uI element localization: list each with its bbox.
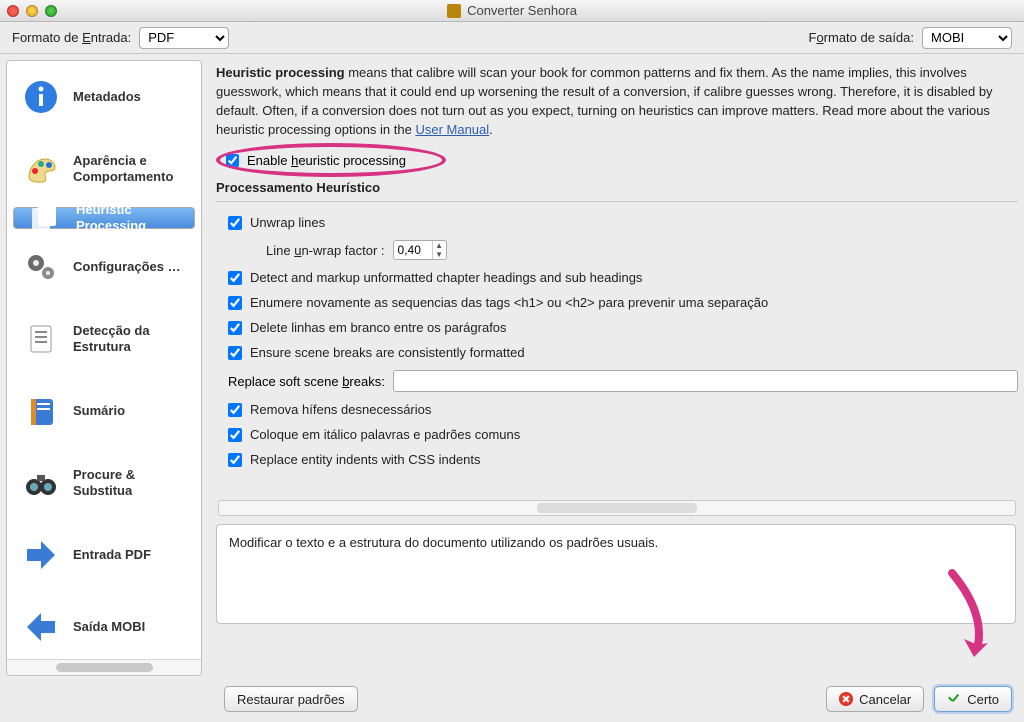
palette-icon — [19, 147, 63, 191]
sidebar-item-input-pdf[interactable]: Entrada PDF — [7, 519, 201, 591]
detect-chapters-checkbox[interactable] — [228, 271, 242, 285]
unwrap-lines-label: Unwrap lines — [250, 215, 325, 230]
input-format-select[interactable]: PDF — [139, 27, 229, 49]
ok-button[interactable]: Certo — [934, 686, 1012, 712]
delete-blank-checkbox[interactable] — [228, 321, 242, 335]
info-box: Modificar o texto e a estrutura do docum… — [216, 524, 1016, 624]
arrow-right-icon — [19, 533, 63, 577]
cancel-icon — [839, 692, 853, 706]
sidebar-item-heuristic[interactable]: Heuristic Processing — [13, 207, 195, 229]
sidebar: Metadados Aparência e Comportamento Heur… — [6, 60, 202, 676]
detect-chapters-label: Detect and markup unformatted chapter he… — [250, 270, 642, 285]
document-lines-icon — [19, 317, 63, 361]
dialog-footer: Restaurar padrões Cancelar Certo — [0, 678, 1024, 722]
stepper-up[interactable]: ▲ — [433, 241, 446, 250]
sidebar-item-label: Heuristic Processing — [76, 202, 186, 235]
delete-blank-label: Delete linhas em branco entre os parágra… — [250, 320, 507, 335]
restore-defaults-button[interactable]: Restaurar padrões — [224, 686, 358, 712]
sidebar-item-label: Procure & Substitua — [73, 467, 191, 500]
sidebar-scrollbar[interactable] — [7, 659, 201, 675]
remove-hyphens-label: Remova hífens desnecessários — [250, 402, 431, 417]
check-icon — [947, 692, 961, 706]
book-icon — [19, 389, 63, 433]
sidebar-item-structure[interactable]: Detecção da Estrutura — [7, 303, 201, 375]
renumber-headings-label: Enumere novamente as sequencias das tags… — [250, 295, 768, 310]
sidebar-item-label: Metadados — [73, 89, 141, 105]
description-text: Heuristic processing means that calibre … — [216, 60, 1018, 149]
app-icon — [447, 4, 461, 18]
unwrap-lines-checkbox[interactable] — [228, 216, 242, 230]
sidebar-item-label: Sumário — [73, 403, 125, 419]
group-title: Processamento Heurístico — [216, 176, 1018, 201]
sidebar-item-look-feel[interactable]: Aparência e Comportamento — [7, 133, 201, 205]
stepper-down[interactable]: ▼ — [433, 250, 446, 259]
scene-breaks-label: Ensure scene breaks are consistently for… — [250, 345, 525, 360]
input-format-label: Formato de Entrada: — [12, 30, 131, 45]
sidebar-item-label: Aparência e Comportamento — [73, 153, 191, 186]
window-title: Converter Senhora — [0, 3, 1024, 18]
sidebar-item-label: Entrada PDF — [73, 547, 151, 563]
sidebar-item-label: Configurações … — [73, 259, 181, 275]
entity-indents-checkbox[interactable] — [228, 453, 242, 467]
titlebar: Converter Senhora — [0, 0, 1024, 22]
renumber-headings-checkbox[interactable] — [228, 296, 242, 310]
user-manual-link[interactable]: User Manual — [415, 122, 489, 137]
heuristic-group: Unwrap lines Line un-wrap factor : ▲▼ De… — [216, 201, 1018, 476]
remove-hyphens-checkbox[interactable] — [228, 403, 242, 417]
cancel-button[interactable]: Cancelar — [826, 686, 924, 712]
enable-heuristic-label: Enable heuristic processing — [247, 153, 406, 168]
replace-soft-input[interactable] — [393, 370, 1018, 392]
output-format-select[interactable]: MOBI — [922, 27, 1012, 49]
gears-icon — [19, 245, 63, 289]
unwrap-factor-input[interactable] — [394, 243, 432, 257]
sidebar-item-output-mobi[interactable]: Saída MOBI — [7, 591, 201, 659]
sidebar-item-page-setup[interactable]: Configurações … — [7, 231, 201, 303]
content-scrollbar[interactable] — [218, 500, 1016, 516]
arrow-left-icon — [19, 605, 63, 649]
unwrap-factor-spinbox[interactable]: ▲▼ — [393, 240, 447, 260]
italicize-label: Coloque em itálico palavras e padrões co… — [250, 427, 520, 442]
content-pane: Heuristic processing means that calibre … — [202, 60, 1018, 676]
output-format-label: Formato de saída: — [808, 30, 914, 45]
italicize-checkbox[interactable] — [228, 428, 242, 442]
replace-soft-label: Replace soft scene breaks: — [228, 374, 385, 389]
enable-heuristic-checkbox[interactable] — [226, 154, 239, 167]
sidebar-item-metadata[interactable]: Metadados — [7, 61, 201, 133]
entity-indents-label: Replace entity indents with CSS indents — [250, 452, 481, 467]
sidebar-item-toc[interactable]: Sumário — [7, 375, 201, 447]
sidebar-item-label: Saída MOBI — [73, 619, 145, 635]
format-bar: Formato de Entrada: PDF Formato de saída… — [0, 22, 1024, 54]
info-icon — [19, 75, 63, 119]
binoculars-icon — [19, 461, 63, 505]
sidebar-item-search-replace[interactable]: Procure & Substitua — [7, 447, 201, 519]
scene-breaks-checkbox[interactable] — [228, 346, 242, 360]
documents-icon — [22, 196, 66, 240]
unwrap-factor-label: Line un-wrap factor : — [266, 243, 385, 258]
sidebar-item-label: Detecção da Estrutura — [73, 323, 191, 356]
